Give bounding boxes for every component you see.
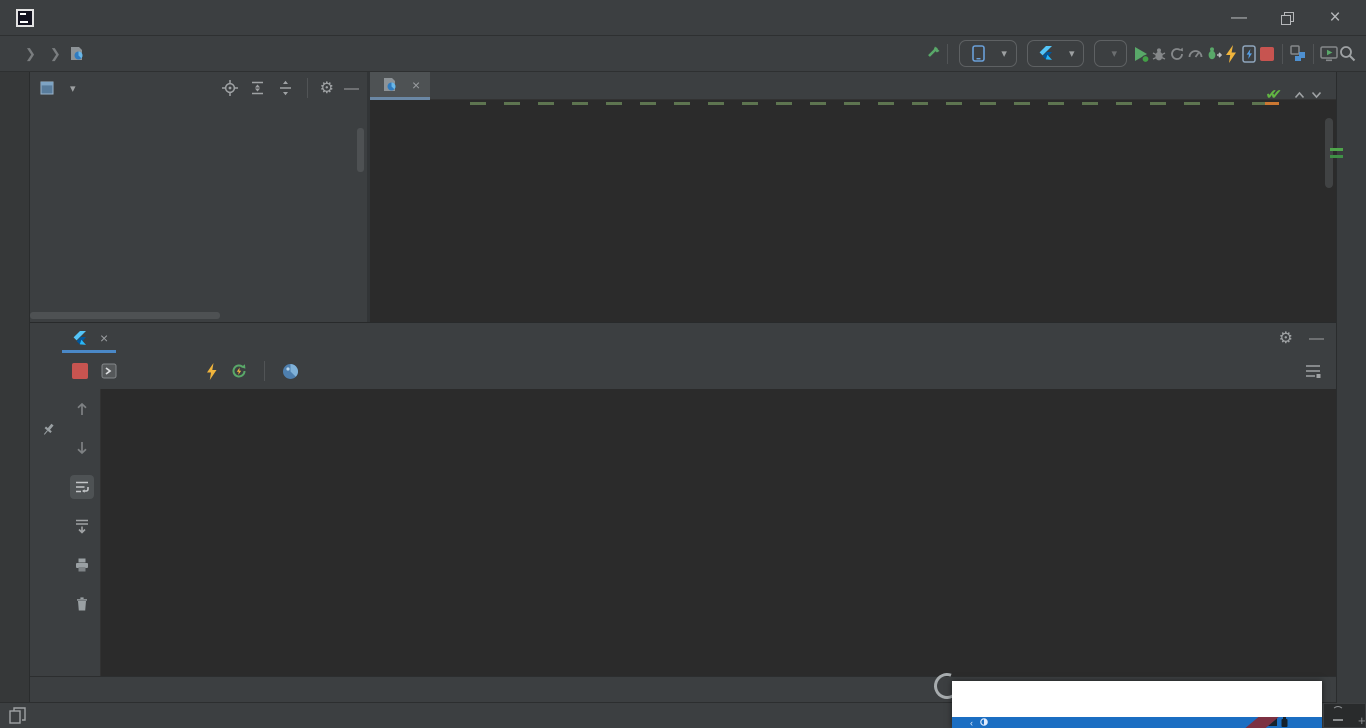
scroll-up-icon[interactable] (70, 397, 94, 421)
emulator-title-bar[interactable] (952, 681, 1322, 717)
horizontal-scrollbar[interactable] (30, 312, 220, 319)
dart-devtools-icon[interactable] (281, 362, 299, 380)
run-panel-toolbar (30, 353, 1336, 389)
dart-file-icon (68, 45, 86, 63)
layout-settings-icon[interactable] (1304, 362, 1322, 380)
clear-all-icon[interactable] (70, 592, 94, 616)
devices-status-selector[interactable]: ▾ (1094, 40, 1127, 67)
tool-window-switcher-icon[interactable] (8, 707, 26, 725)
close-tab-icon[interactable]: × (100, 330, 108, 346)
settings-gear-icon[interactable]: ⚙ (320, 78, 334, 98)
main-toolbar: ❯ ❯ ▾ ▾ ▾ (0, 36, 1366, 72)
clipped-code-line-fragment (470, 102, 1280, 105)
emulator-status-bar: ‹ (952, 717, 1322, 728)
editor-tab-bar: × (370, 72, 1336, 100)
emulator-side-panel[interactable]: + (1323, 703, 1366, 728)
scroll-to-end-icon[interactable] (70, 514, 94, 538)
console-tab[interactable] (100, 362, 126, 380)
project-panel-header: ▾ ⚙ — (30, 72, 367, 104)
editor: × ✔✔ (370, 72, 1336, 322)
hot-restart-device-icon[interactable] (1240, 45, 1258, 63)
breadcrumb-separator-icon: ❯ (25, 46, 36, 62)
next-problem-icon[interactable] (1311, 86, 1322, 103)
vertical-scrollbar[interactable] (357, 128, 364, 172)
console-output[interactable] (100, 389, 1336, 676)
previous-problem-icon[interactable] (1294, 86, 1305, 103)
android-studio-window: — × ❯ ❯ ▾ (0, 0, 1366, 728)
dart-file-icon (380, 76, 398, 94)
settings-gear-icon[interactable]: ⚙ (1279, 328, 1293, 348)
hot-restart-icon[interactable] (230, 362, 248, 380)
device-manager-icon[interactable] (1320, 45, 1338, 63)
debug-button-icon[interactable] (1150, 45, 1168, 63)
rotate-icon (1332, 706, 1344, 718)
print-icon[interactable] (70, 553, 94, 577)
run-button-icon[interactable] (1132, 45, 1150, 63)
collapse-all-icon[interactable] (277, 79, 295, 97)
restore-button[interactable] (1270, 5, 1304, 31)
close-tab-icon[interactable]: × (412, 77, 420, 93)
expand-all-icon[interactable] (249, 79, 267, 97)
android-emulator-window[interactable]: ‹ (952, 681, 1322, 728)
title-bar: — × (0, 0, 1366, 36)
intellij-logo-icon (16, 9, 34, 27)
hide-panel-icon[interactable]: — (344, 80, 359, 97)
emulator-notification-icon (980, 718, 988, 728)
chevron-down-icon[interactable]: ▾ (70, 82, 76, 95)
phone-icon (969, 45, 987, 63)
flutter-icon (1037, 45, 1055, 63)
profile-button-icon[interactable] (1168, 45, 1186, 63)
battery-icon (1281, 717, 1288, 728)
pin-icon[interactable] (39, 421, 57, 439)
run-panel-side-column (30, 389, 64, 676)
scrollbar-mark (1330, 155, 1343, 158)
inspections-widget[interactable]: ✔✔ (1266, 86, 1322, 103)
run-panel-header: × ⚙ — (30, 323, 1336, 353)
close-button[interactable]: × (1318, 5, 1352, 31)
run-tab-main-dart[interactable]: × (62, 323, 116, 353)
chevron-down-icon: ▾ (1001, 47, 1007, 60)
project-structure-icon[interactable] (1289, 45, 1307, 63)
device-selector[interactable]: ▾ (959, 40, 1017, 67)
soft-wrap-icon[interactable] (70, 475, 94, 499)
project-panel: ▾ ⚙ — (30, 72, 367, 322)
stop-process-icon[interactable] (72, 363, 88, 379)
flutter-icon (70, 329, 88, 347)
console-icon (100, 362, 118, 380)
breadcrumb-separator-icon: ❯ (50, 46, 61, 62)
breadcrumb: ❯ ❯ (0, 45, 93, 63)
right-tool-stripe (1336, 72, 1366, 728)
attach-debugger-icon[interactable] (1204, 45, 1222, 63)
left-tool-stripe (0, 72, 30, 702)
run-panel: × ⚙ — (30, 322, 1336, 676)
chevron-down-icon: ▾ (1069, 47, 1075, 60)
editor-tab-main-dart[interactable]: × (370, 72, 430, 100)
emulator-notification-icon: ‹ (970, 718, 973, 728)
chevron-down-icon: ▾ (1111, 47, 1117, 60)
gauge-button-icon[interactable] (1186, 45, 1204, 63)
emulator-zoom-icon[interactable]: + (1358, 713, 1366, 728)
minimize-button[interactable]: — (1222, 5, 1256, 31)
scroll-down-icon[interactable] (70, 436, 94, 460)
search-everywhere-icon[interactable] (1338, 45, 1356, 63)
inspection-checkmarks-icon: ✔✔ (1266, 86, 1282, 103)
console-toolbar (64, 389, 100, 676)
stop-button-icon[interactable] (1258, 45, 1276, 63)
hot-reload-icon[interactable] (202, 362, 220, 380)
emulator-minimize-icon[interactable] (1333, 719, 1343, 721)
editor-scrollbar[interactable] (1325, 118, 1333, 188)
run-config-selector[interactable]: ▾ (1027, 40, 1085, 67)
hide-panel-icon[interactable]: — (1309, 330, 1324, 347)
project-tool-icon (38, 79, 56, 97)
hot-reload-icon[interactable] (1222, 45, 1240, 63)
build-hammer-icon[interactable] (923, 45, 941, 63)
locate-file-icon[interactable] (221, 79, 239, 97)
scrollbar-mark (1330, 148, 1343, 151)
